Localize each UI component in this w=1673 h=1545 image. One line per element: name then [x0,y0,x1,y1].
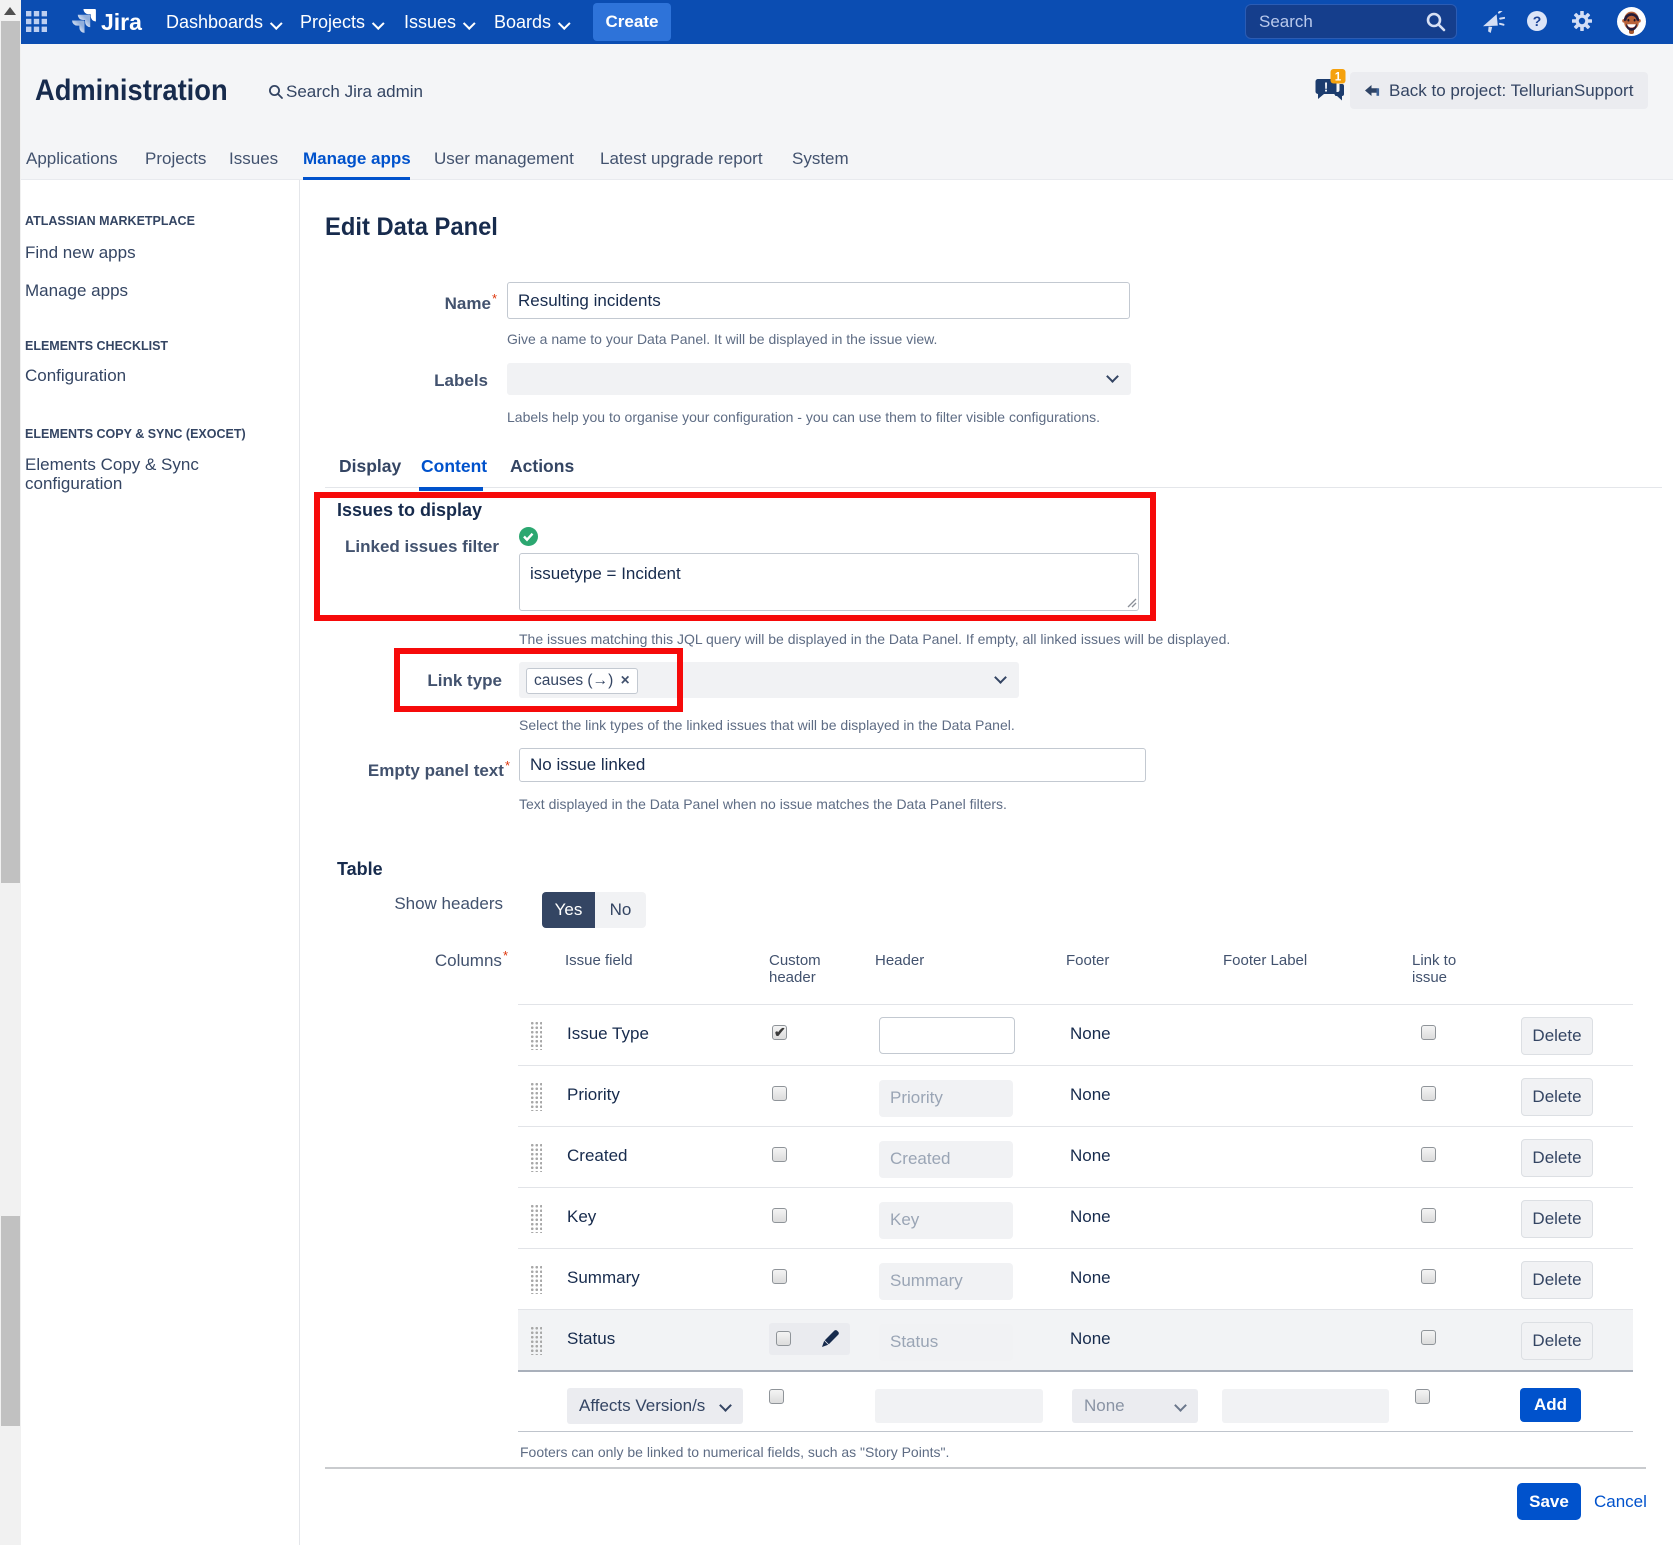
svg-text:!: ! [1324,80,1328,95]
svg-text:1: 1 [1335,72,1342,84]
svg-text:?: ? [1533,13,1542,29]
